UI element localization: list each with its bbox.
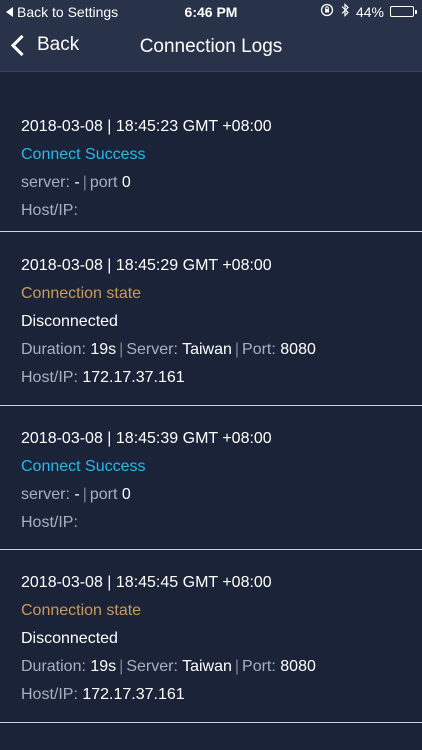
log-event: Connection state [21, 285, 142, 302]
back-button-label: Back [37, 34, 80, 55]
server-value: Taiwan [182, 341, 232, 358]
log-state: Disconnected [21, 630, 118, 647]
separator: | [82, 174, 87, 191]
server-label: Server: [126, 341, 178, 358]
log-timestamp: 2018-03-08 | 18:45:23 GMT +08:00 [21, 118, 272, 135]
status-bar: Back to Settings 6:46 PM 44% [0, 0, 422, 24]
battery-percent: 44% [355, 3, 384, 20]
log-duration-server-port: Duration: 19s | Server: Taiwan | Port: 8080 [21, 336, 422, 364]
log-entry: 2018-03-08 | 18:45:23 GMT +08:00 Connect… [0, 72, 422, 232]
server-label: Server: [126, 658, 178, 675]
log-event: Connect Success [21, 146, 146, 163]
port-value: 8080 [280, 658, 316, 675]
port-label: port [89, 174, 118, 191]
host-label: Host/IP: [21, 514, 78, 531]
host-value: 172.17.37.161 [82, 686, 185, 703]
log-event: Connection state [21, 602, 142, 619]
duration-label: Duration: [21, 658, 86, 675]
port-label: Port: [242, 341, 276, 358]
status-indicators: 44% [320, 3, 417, 20]
server-value: - [74, 486, 80, 503]
separator: | [234, 658, 240, 675]
navigation-bar: Back Connection Logs [0, 24, 422, 72]
port-value: 0 [121, 174, 131, 191]
log-server-port: server: - | port 0 [21, 481, 422, 509]
log-host: Host/IP: [21, 197, 422, 225]
log-entry: 2018-03-08 | 18:45:45 GMT +08:00 Connect… [0, 550, 422, 723]
port-value: 0 [121, 486, 131, 503]
server-label: server: [21, 486, 70, 503]
host-label: Host/IP: [21, 202, 78, 219]
server-value: Taiwan [182, 658, 232, 675]
separator: | [82, 486, 87, 503]
log-timestamp: 2018-03-08 | 18:45:39 GMT +08:00 [21, 430, 272, 447]
bluetooth-icon [340, 3, 350, 20]
log-event: Connect Success [21, 458, 146, 475]
separator: | [119, 341, 124, 358]
duration-label: Duration: [21, 341, 86, 358]
port-label: Port: [242, 658, 276, 675]
log-timestamp: 2018-03-08 | 18:45:45 GMT +08:00 [21, 574, 272, 591]
duration-value: 19s [90, 341, 117, 358]
log-host: Host/IP: 172.17.37.161 [21, 364, 422, 392]
log-host: Host/IP: 172.17.37.161 [21, 681, 422, 709]
log-state: Disconnected [21, 313, 118, 330]
host-label: Host/IP: [21, 686, 78, 703]
orientation-lock-icon [320, 3, 334, 20]
log-host: Host/IP: [21, 509, 422, 537]
log-duration-server-port: Duration: 19s | Server: Taiwan | Port: 8080 [21, 653, 422, 681]
server-value: - [74, 174, 80, 191]
duration-value: 19s [90, 658, 117, 675]
separator: | [119, 658, 124, 675]
chevron-left-icon [10, 34, 33, 56]
log-timestamp: 2018-03-08 | 18:45:29 GMT +08:00 [21, 257, 272, 274]
host-label: Host/IP: [21, 369, 78, 386]
separator: | [234, 341, 240, 358]
log-server-port: server: - | port 0 [21, 169, 422, 197]
connection-log-list[interactable]: 2018-03-08 | 18:45:23 GMT +08:00 Connect… [0, 72, 422, 723]
port-value: 8080 [280, 341, 316, 358]
server-label: server: [21, 174, 70, 191]
log-entry: 2018-03-08 | 18:45:39 GMT +08:00 Connect… [0, 406, 422, 550]
battery-icon [390, 6, 417, 17]
log-entry: 2018-03-08 | 18:45:29 GMT +08:00 Connect… [0, 232, 422, 406]
back-button[interactable]: Back [8, 34, 79, 56]
port-label: port [89, 486, 118, 503]
host-value: 172.17.37.161 [82, 369, 185, 386]
